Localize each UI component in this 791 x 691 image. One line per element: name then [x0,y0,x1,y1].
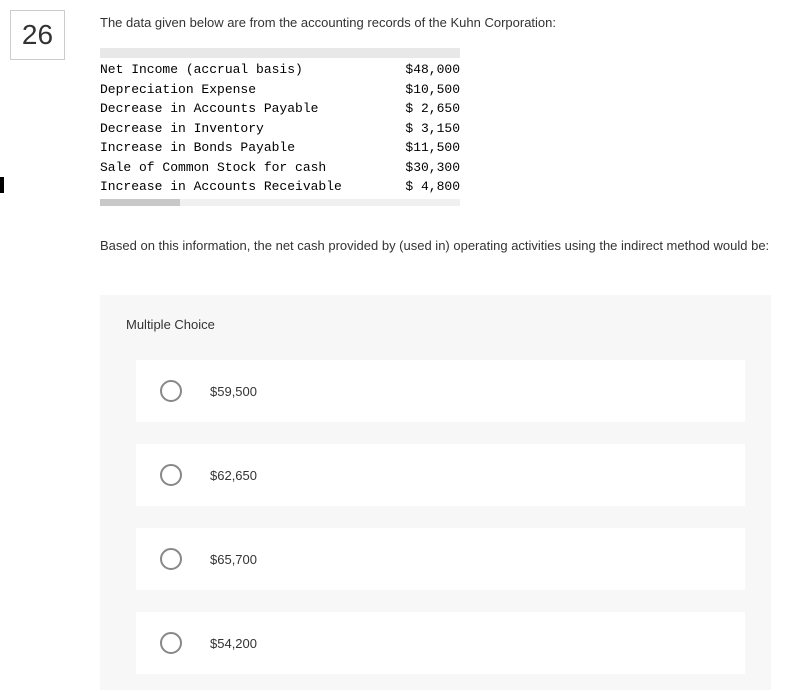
question-prompt: Based on this information, the net cash … [100,236,771,256]
accounting-data-table: Net Income (accrual basis) $48,000 Depre… [100,60,460,197]
row-label: Decrease in Inventory [100,119,264,139]
table-row: Decrease in Accounts Payable $ 2,650 [100,99,460,119]
row-label: Net Income (accrual basis) [100,60,303,80]
table-row: Decrease in Inventory $ 3,150 [100,119,460,139]
option-2[interactable]: $62,650 [136,444,745,506]
scrollbar-top[interactable] [100,48,460,58]
row-value: $ 4,800 [405,177,460,197]
data-table-container: Net Income (accrual basis) $48,000 Depre… [100,48,460,206]
table-row: Net Income (accrual basis) $48,000 [100,60,460,80]
option-label: $65,700 [210,552,257,567]
row-value: $30,300 [405,158,460,178]
row-value: $10,500 [405,80,460,100]
option-label: $54,200 [210,636,257,651]
radio-icon[interactable] [160,632,182,654]
radio-icon[interactable] [160,548,182,570]
question-content: The data given below are from the accoun… [100,0,791,690]
row-value: $ 2,650 [405,99,460,119]
row-label: Decrease in Accounts Payable [100,99,318,119]
radio-icon[interactable] [160,464,182,486]
table-row: Depreciation Expense $10,500 [100,80,460,100]
option-3[interactable]: $65,700 [136,528,745,590]
mc-heading: Multiple Choice [118,317,753,332]
row-value: $48,000 [405,60,460,80]
left-margin-mark [0,177,4,193]
option-label: $62,650 [210,468,257,483]
table-row: Sale of Common Stock for cash $30,300 [100,158,460,178]
multiple-choice-section: Multiple Choice $59,500 $62,650 $65,700 … [100,295,771,690]
row-label: Depreciation Expense [100,80,256,100]
table-row: Increase in Bonds Payable $11,500 [100,138,460,158]
scrollbar-bottom[interactable] [100,199,460,206]
row-label: Increase in Accounts Receivable [100,177,342,197]
question-number-badge: 26 [10,10,65,60]
row-label: Sale of Common Stock for cash [100,158,326,178]
radio-icon[interactable] [160,380,182,402]
row-value: $ 3,150 [405,119,460,139]
intro-text: The data given below are from the accoun… [100,15,771,30]
table-row: Increase in Accounts Receivable $ 4,800 [100,177,460,197]
row-label: Increase in Bonds Payable [100,138,295,158]
option-4[interactable]: $54,200 [136,612,745,674]
question-number-text: 26 [22,19,53,51]
row-value: $11,500 [405,138,460,158]
option-label: $59,500 [210,384,257,399]
option-1[interactable]: $59,500 [136,360,745,422]
